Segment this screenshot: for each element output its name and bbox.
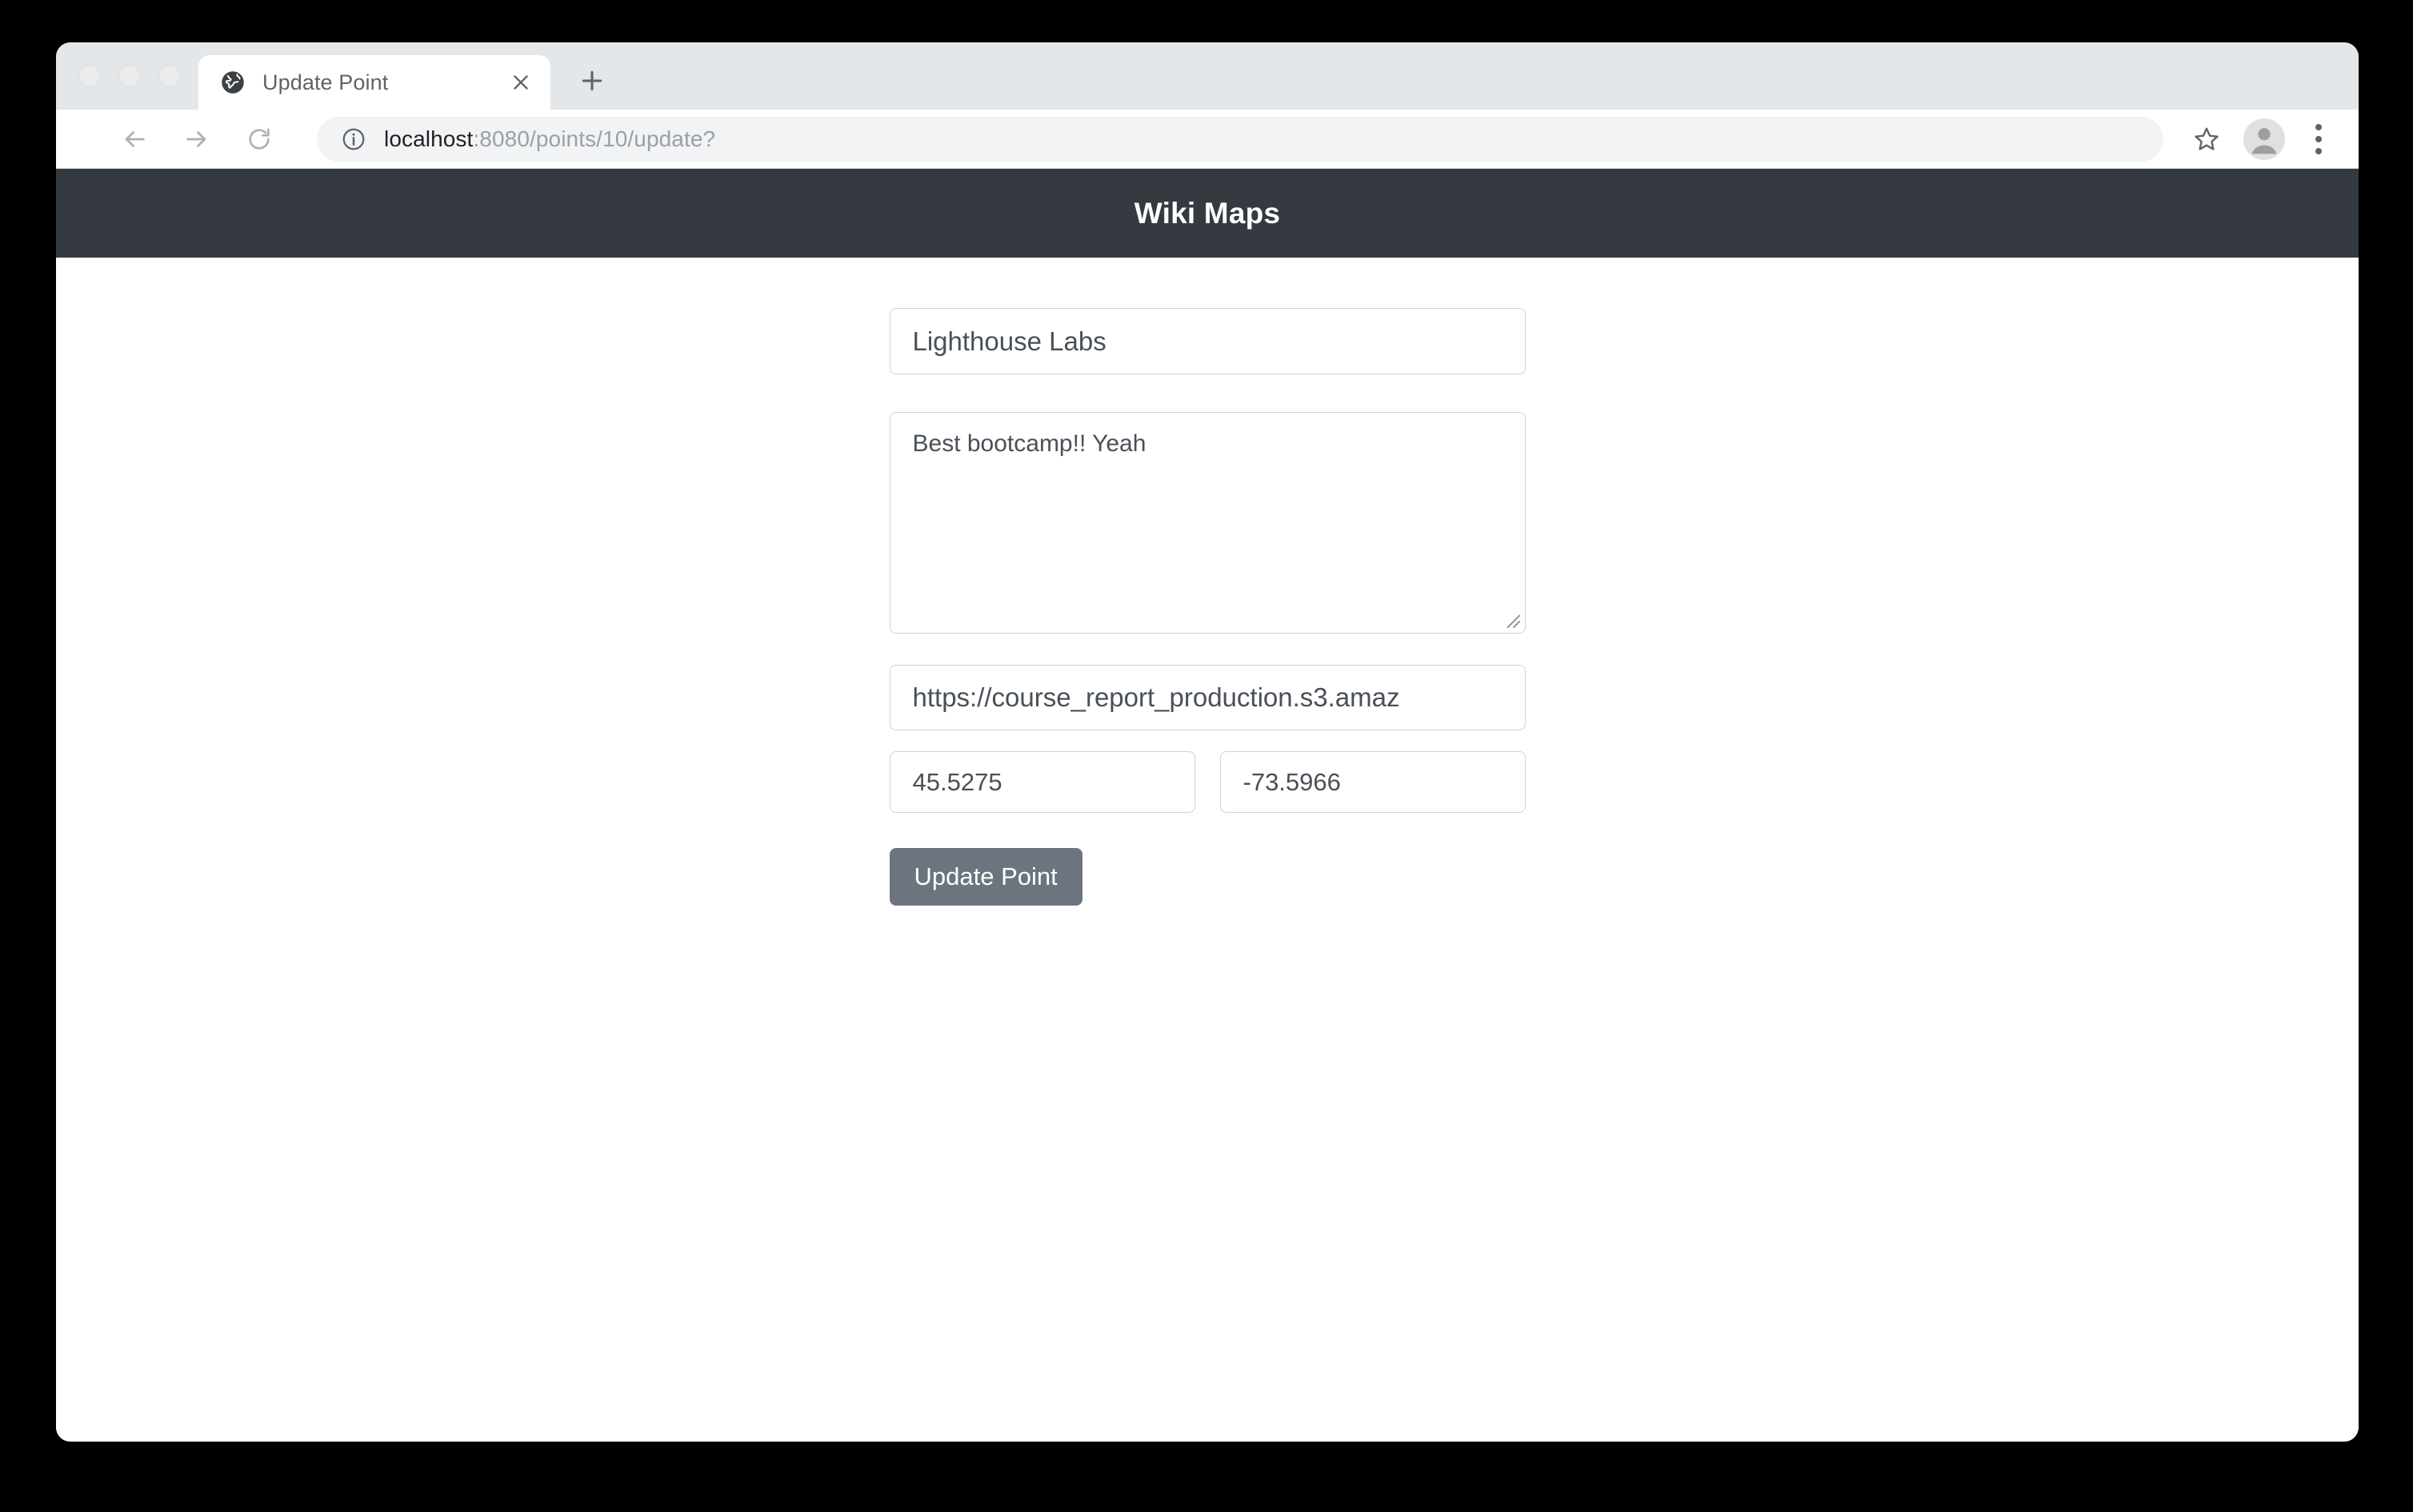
tab-strip: Update Point <box>56 42 2359 110</box>
close-icon <box>514 75 528 90</box>
reload-icon <box>249 128 270 150</box>
image-url-input-value: https://course_report_production.s3.amaz <box>912 682 1400 712</box>
profile-avatar-button[interactable] <box>2243 118 2285 160</box>
three-dot-menu-icon-dot3 <box>2315 147 2322 154</box>
image-url-input[interactable]: https://course_report_production.s3.amaz <box>889 665 1526 730</box>
new-tab-button[interactable] <box>568 57 616 105</box>
coordinates-row: 45.5275 -73.5966 <box>889 751 1526 813</box>
description-textarea-value: Best bootcamp!! Yeah <box>912 430 1146 457</box>
maximize-window-button[interactable] <box>158 65 181 87</box>
info-circle-icon[interactable] <box>341 126 366 152</box>
page-body: Lighthouse Labs Best bootcamp!! Yeah htt… <box>56 258 2359 906</box>
window-controls <box>56 42 198 110</box>
bookmark-button[interactable] <box>2184 117 2229 162</box>
longitude-input[interactable]: -73.5966 <box>1219 751 1526 813</box>
update-point-form: Lighthouse Labs Best bootcamp!! Yeah htt… <box>889 308 1526 906</box>
three-dot-menu-icon <box>2315 123 2322 130</box>
close-window-button[interactable] <box>78 65 101 87</box>
latitude-input-value: 45.5275 <box>912 767 1002 796</box>
app-title: Wiki Maps <box>1134 196 1281 230</box>
url-host: localhost <box>384 126 474 151</box>
url-text: localhost:8080/points/10/update? <box>384 126 715 152</box>
latitude-input[interactable]: 45.5275 <box>889 751 1195 813</box>
title-input-value: Lighthouse Labs <box>912 326 1106 356</box>
app-header: Wiki Maps <box>56 169 2359 258</box>
description-textarea[interactable]: Best bootcamp!! Yeah <box>889 412 1526 634</box>
back-button[interactable] <box>112 117 157 162</box>
tab-title: Update Point <box>262 70 389 94</box>
browser-tab[interactable]: Update Point <box>198 55 550 110</box>
three-dot-menu-icon-dot2 <box>2315 135 2322 142</box>
forward-button[interactable] <box>174 117 219 162</box>
star-icon <box>2195 127 2219 150</box>
browser-window: Update Point localhost:8080/points/10/up… <box>56 42 2359 1442</box>
longitude-input-value: -73.5966 <box>1243 767 1341 796</box>
title-input[interactable]: Lighthouse Labs <box>889 308 1526 374</box>
browser-menu-button[interactable] <box>2299 117 2338 162</box>
minimize-window-button[interactable] <box>118 65 141 87</box>
reload-button[interactable] <box>237 117 282 162</box>
arrow-right-icon <box>186 130 206 147</box>
page-viewport: Wiki Maps Lighthouse Labs Best bootcamp!… <box>56 169 2359 1442</box>
close-tab-button[interactable] <box>499 61 542 104</box>
arrow-left-icon <box>125 130 145 147</box>
resize-handle[interactable] <box>1503 611 1521 629</box>
browser-toolbar: localhost:8080/points/10/update? <box>56 110 2359 169</box>
address-bar[interactable]: localhost:8080/points/10/update? <box>317 116 2163 162</box>
url-path: :8080/points/10/update? <box>473 126 716 151</box>
globe-icon <box>222 71 244 94</box>
plus-icon <box>582 70 602 91</box>
update-point-button[interactable]: Update Point <box>889 848 1082 906</box>
